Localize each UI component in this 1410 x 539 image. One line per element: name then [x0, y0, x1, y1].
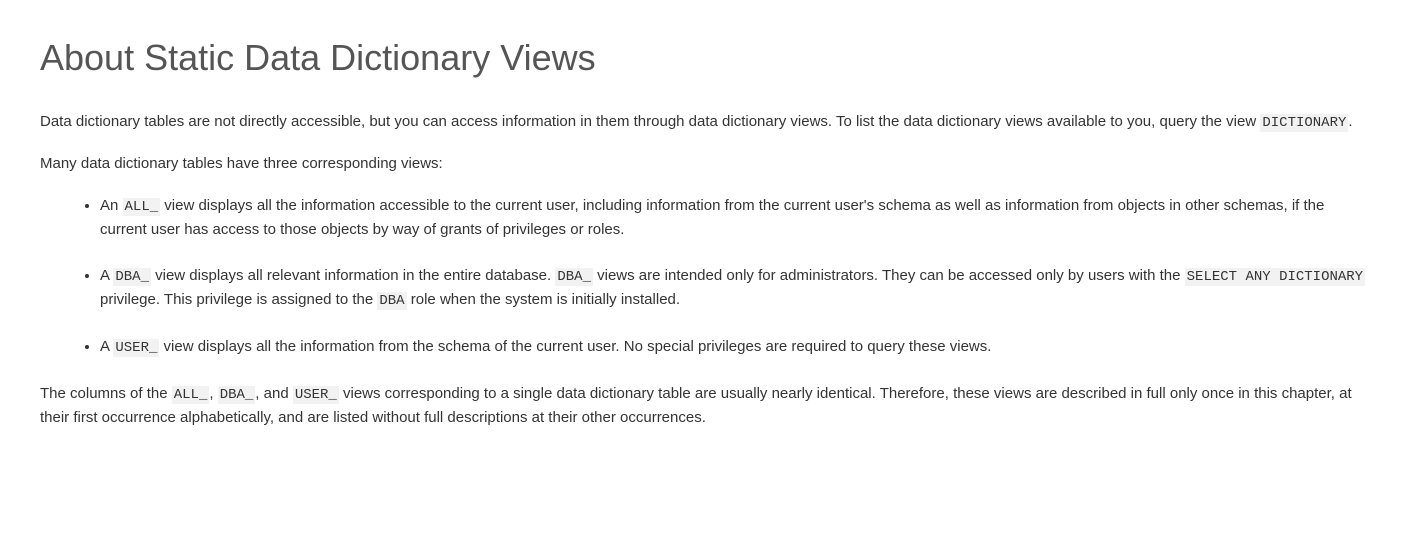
text: A — [100, 267, 113, 284]
list-item: An ALL_ view displays all the informatio… — [100, 194, 1370, 242]
text: view displays all the information access… — [100, 197, 1324, 239]
text: A — [100, 338, 113, 355]
text: , and — [255, 385, 293, 402]
code-user: USER_ — [113, 339, 159, 357]
code-dba: DBA_ — [555, 268, 593, 286]
closing-paragraph: The columns of the ALL_, DBA_, and USER_… — [40, 382, 1370, 430]
code-user: USER_ — [293, 386, 339, 404]
intro-paragraph: Data dictionary tables are not directly … — [40, 110, 1370, 135]
code-dba: DBA_ — [218, 386, 256, 404]
text: Data dictionary tables are not directly … — [40, 113, 1260, 130]
page-title: About Static Data Dictionary Views — [40, 30, 1370, 86]
text: views are intended only for administrato… — [593, 267, 1185, 284]
text: view displays all relevant information i… — [151, 267, 555, 284]
list-item: A USER_ view displays all the informatio… — [100, 335, 1370, 360]
text: role when the system is initially instal… — [407, 291, 680, 308]
list-item: A DBA_ view displays all relevant inform… — [100, 264, 1370, 313]
views-list: An ALL_ view displays all the informatio… — [40, 194, 1370, 360]
text: . — [1348, 113, 1352, 130]
text: privilege. This privilege is assigned to… — [100, 291, 377, 308]
views-intro: Many data dictionary tables have three c… — [40, 152, 1370, 175]
code-dba: DBA_ — [113, 268, 151, 286]
code-dba-role: DBA — [377, 292, 406, 310]
text: view displays all the information from t… — [159, 338, 991, 355]
text: , — [209, 385, 217, 402]
code-select-any-dictionary: SELECT ANY DICTIONARY — [1185, 268, 1365, 286]
code-dictionary: DICTIONARY — [1260, 114, 1348, 132]
text: The columns of the — [40, 385, 172, 402]
text: An — [100, 197, 123, 214]
code-all: ALL_ — [172, 386, 210, 404]
code-all: ALL_ — [123, 198, 161, 216]
